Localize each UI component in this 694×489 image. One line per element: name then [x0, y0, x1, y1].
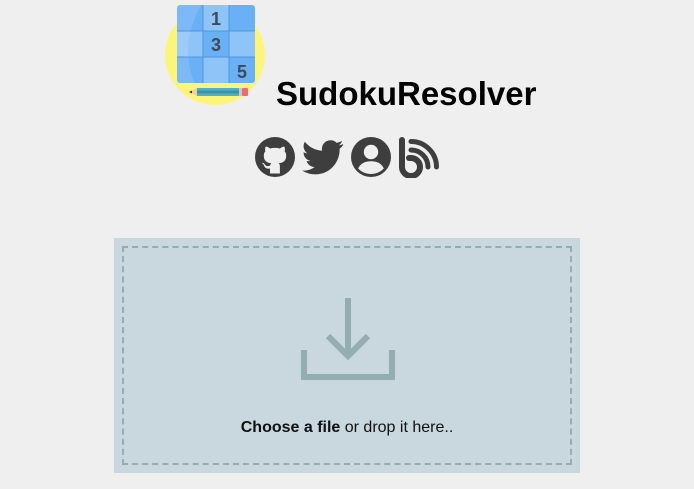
twitter-icon — [302, 140, 344, 175]
social-links — [254, 136, 440, 178]
page: 1 3 5 SudokuResolver Choose a file or dr… — [0, 0, 694, 489]
choose-file-button[interactable]: Choose a file — [241, 419, 341, 436]
upload-panel: Choose a file or drop it here.. — [114, 238, 580, 473]
blog-link[interactable] — [398, 136, 440, 178]
pencil-icon — [189, 88, 248, 96]
blog-icon — [399, 137, 439, 178]
logo-digit-5: 5 — [237, 62, 247, 82]
github-icon — [255, 137, 295, 177]
download-icon — [301, 298, 395, 380]
twitter-link[interactable] — [302, 136, 344, 178]
logo-digit-1: 1 — [211, 9, 221, 29]
app-title: SudokuResolver — [276, 75, 537, 112]
drop-hint: or drop it here.. — [340, 419, 454, 436]
logo-digit-3: 3 — [211, 35, 221, 55]
upload-instructions: Choose a file or drop it here.. — [124, 418, 570, 438]
user-circle-icon — [351, 137, 391, 177]
file-dropzone[interactable]: Choose a file or drop it here.. — [122, 246, 572, 465]
github-link[interactable] — [254, 136, 296, 178]
profile-link[interactable] — [350, 136, 392, 178]
sudoku-logo-icon: 1 3 5 — [165, 3, 269, 107]
